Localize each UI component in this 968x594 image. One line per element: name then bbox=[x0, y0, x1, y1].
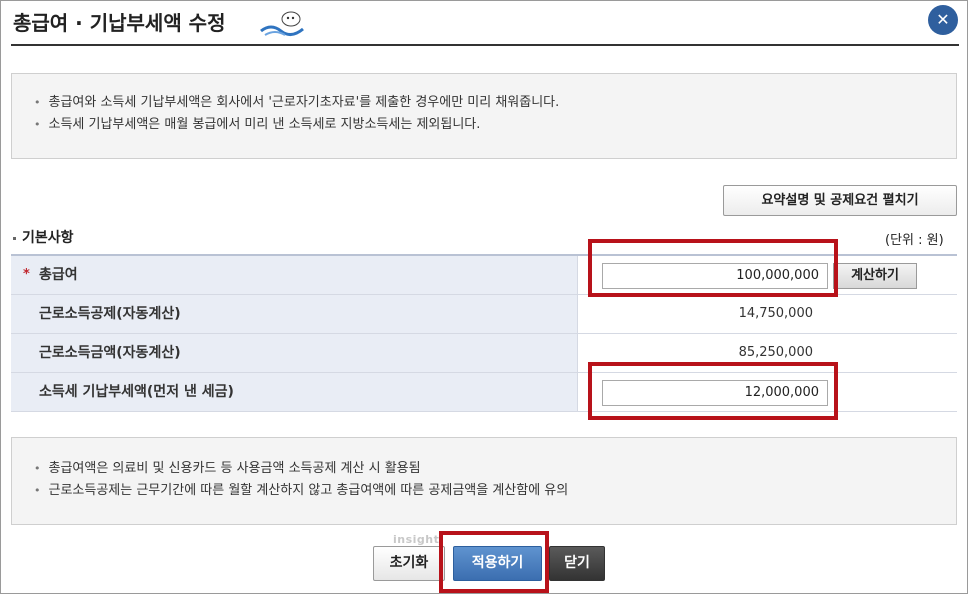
calculate-button[interactable]: 계산하기 bbox=[833, 263, 917, 289]
highlight-gross-pay bbox=[588, 239, 838, 297]
dialog-header: 총급여 · 기납부세액 수정 ✕ bbox=[1, 1, 967, 47]
earned-income-deduction-value: 14,750,000 bbox=[738, 306, 813, 321]
gross-pay-label-text: 총급여 bbox=[39, 267, 78, 283]
required-mark: * bbox=[23, 267, 30, 282]
notice-box-bottom: 총급여액은 의료비 및 신용카드 등 사용금액 소득공제 계산 시 활용됨 근로… bbox=[11, 437, 957, 525]
close-button[interactable]: 닫기 bbox=[549, 546, 605, 581]
section-title: 기본사항 bbox=[13, 227, 74, 247]
prepaid-tax-label: 소득세 기납부세액(먼저 낸 세금) bbox=[11, 373, 578, 411]
watermark-logo: insight bbox=[393, 533, 440, 546]
header-divider bbox=[11, 44, 959, 46]
earned-income-deduction-value-cell: 14,750,000 bbox=[579, 295, 957, 333]
reset-button[interactable]: 초기화 bbox=[373, 546, 445, 581]
highlight-apply-button bbox=[439, 531, 549, 593]
dialog: 총급여 · 기납부세액 수정 ✕ 총급여와 소득세 기납부세액은 회사에서 '근… bbox=[0, 0, 968, 594]
unit-label: (단위 : 원) bbox=[885, 233, 944, 248]
form-row-earned-income-deduction: 근로소득공제(자동계산) 14,750,000 bbox=[11, 295, 957, 334]
close-icon[interactable]: ✕ bbox=[928, 5, 958, 35]
gross-pay-label: * 총급여 bbox=[11, 256, 578, 294]
dialog-title: 총급여 · 기납부세액 수정 bbox=[13, 11, 226, 35]
notice-item: 소득세 기납부세액은 매월 봉급에서 미리 낸 소득세로 지방소득세는 제외됩니… bbox=[34, 114, 956, 136]
notice-item: 총급여액은 의료비 및 신용카드 등 사용금액 소득공제 계산 시 활용됨 bbox=[34, 458, 956, 480]
notice-item: 총급여와 소득세 기납부세액은 회사에서 '근로자기초자료'를 제출한 경우에만… bbox=[34, 92, 956, 114]
earned-income-deduction-label: 근로소득공제(자동계산) bbox=[11, 295, 578, 333]
notice-box-top: 총급여와 소득세 기납부세액은 회사에서 '근로자기초자료'를 제출한 경우에만… bbox=[11, 73, 957, 159]
notice-item: 근로소득공제는 근무기간에 따른 월할 계산하지 않고 총급여액에 따른 공제금… bbox=[34, 480, 956, 502]
earned-income-amount-label: 근로소득금액(자동계산) bbox=[11, 334, 578, 372]
expand-summary-button[interactable]: 요약설명 및 공제요건 펼치기 bbox=[723, 185, 957, 216]
wave-mascot-icon bbox=[260, 11, 304, 36]
highlight-prepaid-tax bbox=[588, 362, 838, 420]
